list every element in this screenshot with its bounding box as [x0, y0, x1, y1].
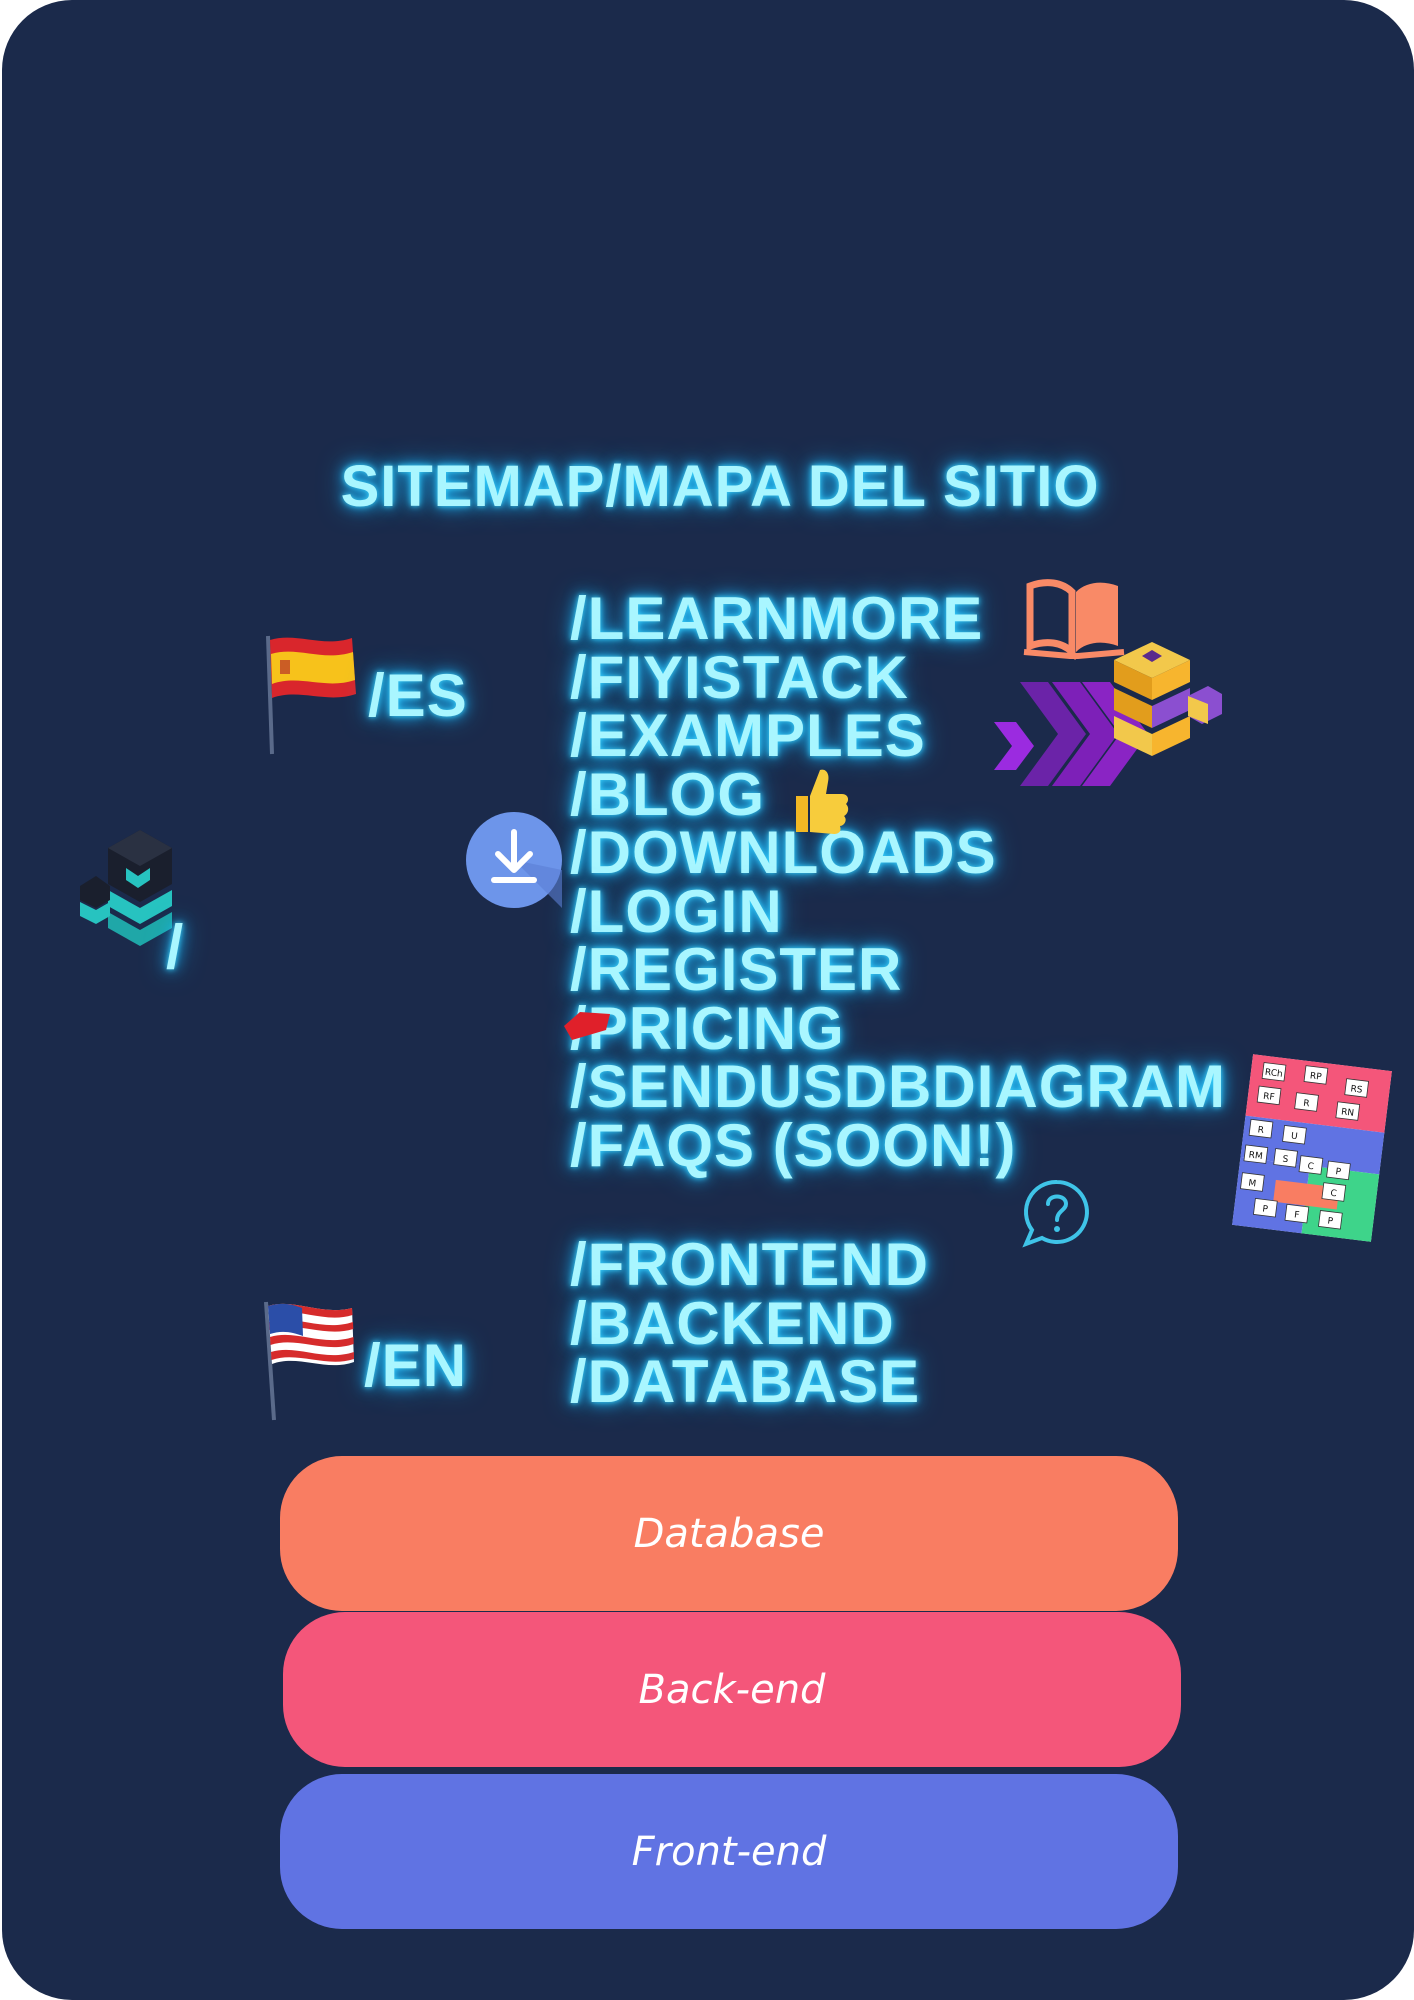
- route-downloads[interactable]: /DOWNLOADS: [570, 823, 1226, 883]
- section-list: /FRONTEND /BACKEND /DATABASE: [570, 1235, 929, 1412]
- diagram-node-label: RN: [1340, 1107, 1354, 1119]
- thumbs-up-icon: [796, 769, 849, 834]
- diagram-node-label: R: [1303, 1099, 1310, 1110]
- backend-layer: Back-end: [283, 1612, 1181, 1767]
- root-path-link[interactable]: /: [166, 912, 184, 983]
- diagram-node-label: C: [1307, 1162, 1314, 1173]
- db-diagram: RCh RPRSRFRRNRURM SCPMCPFP: [1232, 1054, 1392, 1242]
- route-sendusdbdiagram[interactable]: /SENDUSDBDIAGRAM: [570, 1057, 1226, 1117]
- route-database[interactable]: /DATABASE: [570, 1352, 929, 1412]
- lang-es-link[interactable]: /ES: [368, 666, 468, 726]
- diagram-node-label: RF: [1263, 1092, 1276, 1103]
- route-backend[interactable]: /BACKEND: [570, 1293, 929, 1354]
- db-diagram-icon: RCh RP RS RF R RN R U RM S C P M C P F P: [1232, 1054, 1392, 1242]
- diagram-node-label: RCh: [1264, 1068, 1283, 1080]
- download-button[interactable]: [464, 810, 564, 910]
- question-bubble-icon: [1022, 1179, 1089, 1248]
- spain-flag-icon: [266, 635, 356, 755]
- page-title: SITEMAP/MAPA DEL SITIO: [340, 454, 1100, 519]
- route-pricing[interactable]: /PRICING: [570, 998, 1226, 1059]
- download-icon: [466, 812, 562, 908]
- route-register[interactable]: /REGISTER: [570, 940, 1226, 1000]
- diagram-node-label: C: [1330, 1189, 1337, 1200]
- usa-flag-icon: [264, 1301, 354, 1421]
- route-faqs[interactable]: /FAQS (SOON!): [570, 1115, 1226, 1176]
- stack-cubes-icon: [1114, 642, 1222, 756]
- fiyistack-logo-icon: [80, 830, 172, 946]
- diagram-node-label: R: [1257, 1125, 1264, 1136]
- book-icon: [1023, 579, 1125, 660]
- route-login[interactable]: /LOGIN: [570, 881, 1226, 942]
- lang-en-link[interactable]: /EN: [364, 1336, 467, 1396]
- price-tag-icon: [564, 1012, 610, 1040]
- diagram-node-label: RP: [1309, 1071, 1322, 1082]
- sitemap-card: SITEMAP/MAPA DEL SITIO /ES /EN / /LEARNM…: [2, 0, 1414, 2000]
- diagram-node-label: RM: [1248, 1150, 1263, 1162]
- diagram-node-label: RS: [1350, 1084, 1363, 1095]
- frontend-layer: Front-end: [280, 1774, 1178, 1929]
- route-frontend[interactable]: /FRONTEND: [570, 1235, 929, 1295]
- database-layer: Database: [280, 1456, 1178, 1611]
- diagram-node-label: U: [1290, 1131, 1298, 1142]
- diagram-node-label: M: [1248, 1179, 1257, 1190]
